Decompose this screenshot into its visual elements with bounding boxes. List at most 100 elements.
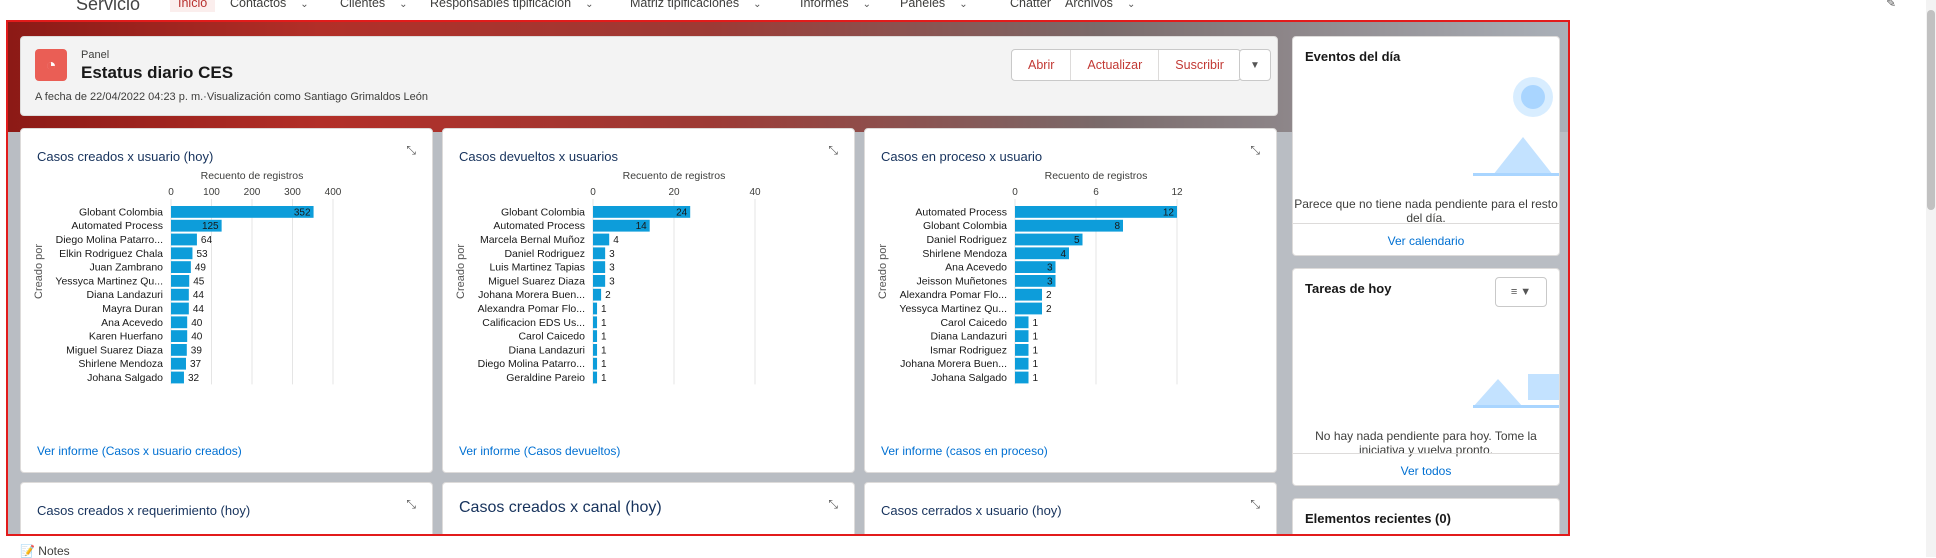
scrollbar-thumb[interactable] xyxy=(1927,10,1935,210)
component-title[interactable]: Casos creados x canal (hoy) xyxy=(459,499,662,517)
component-title[interactable]: Casos cerrados x usuario (hoy) xyxy=(881,503,1062,518)
data-label: 44 xyxy=(193,290,205,301)
sort-filter-icon[interactable]: ≡ ▼ xyxy=(1495,277,1547,307)
x-tick-label: 6 xyxy=(1093,187,1099,198)
subscribe-button[interactable]: Suscribir xyxy=(1159,50,1240,80)
bar xyxy=(171,261,191,273)
data-label: 4 xyxy=(1060,249,1066,260)
nav-tab-label: Archivos xyxy=(1065,0,1113,10)
category-label: Johana Morera Buen... xyxy=(478,289,585,301)
category-label: Shirlene Mendoza xyxy=(922,248,1007,260)
chevron-down-icon[interactable]: ⌄ xyxy=(1127,0,1135,10)
expand-icon[interactable]: ⤡ xyxy=(1250,143,1260,158)
scrollbar[interactable] xyxy=(1926,0,1936,557)
data-label: 39 xyxy=(191,345,203,356)
nav-tab-label: Contactos xyxy=(230,0,287,10)
top-navigation-bar: Servicio Inicio Contactos ⌄ Clientes ⌄ Respon… xyxy=(0,0,1936,14)
x-tick-label: 0 xyxy=(1012,187,1018,198)
category-label: Johana Morera Buen... xyxy=(900,358,1007,370)
view-report-link[interactable]: Ver informe (casos en proceso) xyxy=(881,444,1048,458)
expand-icon[interactable]: ⤡ xyxy=(1250,497,1260,512)
category-label: Johana Salgado xyxy=(931,372,1007,384)
header-meta: A fecha de 22/04/2022 04:23 p. m.·Visual… xyxy=(35,91,428,103)
expand-icon[interactable]: ⤡ xyxy=(406,143,416,158)
expand-icon[interactable]: ⤡ xyxy=(828,497,838,512)
data-label: 2 xyxy=(605,290,611,301)
category-label: Yessyca Martinez Qu... xyxy=(899,303,1007,315)
bar xyxy=(171,206,314,218)
nav-tab-6[interactable]: Paneles ⌄ xyxy=(900,0,968,10)
bar xyxy=(171,357,186,370)
bar xyxy=(171,371,184,384)
view-report-link[interactable]: Ver informe (Casos devueltos) xyxy=(459,444,620,458)
data-label: 64 xyxy=(201,235,213,246)
nav-tab-2[interactable]: Clientes ⌄ xyxy=(340,0,408,10)
data-label: 24 xyxy=(676,207,688,218)
nav-tab-8[interactable]: Archivos ⌄ xyxy=(1065,0,1135,10)
recent-items-card: Elementos recientes (0) xyxy=(1292,498,1560,534)
category-label: Diana Landazuri xyxy=(87,289,163,301)
bar xyxy=(1015,330,1029,342)
component-title[interactable]: Casos creados x usuario (hoy) xyxy=(37,149,213,164)
data-label: 352 xyxy=(294,207,311,218)
component-title[interactable]: Casos en proceso x usuario xyxy=(881,149,1042,164)
data-label: 12 xyxy=(1163,207,1175,218)
nav-tab-label: Inicio xyxy=(178,0,208,10)
nav-tab-label: Matriz tipificaciones xyxy=(630,0,740,10)
bar xyxy=(171,247,193,260)
chevron-down-icon[interactable]: ⌄ xyxy=(399,0,407,10)
category-label: Jeisson Muñetones xyxy=(917,275,1007,287)
data-label: 3 xyxy=(1047,276,1053,287)
data-label: 3 xyxy=(609,249,615,260)
expand-icon[interactable]: ⤡ xyxy=(406,497,416,512)
chevron-down-icon[interactable]: ⌄ xyxy=(753,0,761,10)
chevron-down-icon[interactable]: ⌄ xyxy=(585,0,593,10)
dashboard-component-1: Casos devueltos x usuarios ⤡ Creado por … xyxy=(442,128,855,473)
category-label: Shirlene Mendoza xyxy=(78,358,163,370)
view-calendar-link[interactable]: Ver calendario xyxy=(1293,223,1559,255)
bar xyxy=(171,316,188,329)
nav-tab-1[interactable]: Contactos ⌄ xyxy=(230,0,309,10)
bar-chart: Recuento de registros 0 20 40 Globant Colomb… xyxy=(478,170,761,385)
open-button[interactable]: Abrir xyxy=(1012,50,1072,80)
x-tick-label: 300 xyxy=(284,187,301,198)
nav-tab-3[interactable]: Responsables tipificación ⌄ xyxy=(430,0,593,10)
bar xyxy=(171,330,188,342)
x-axis-label: Recuento de registros xyxy=(1045,170,1148,182)
expand-icon[interactable]: ⤡ xyxy=(828,143,838,158)
bar xyxy=(1015,302,1042,315)
bar-chart: Recuento de registros0 6 12Automated Proce… xyxy=(899,170,1183,385)
category-label: Daniel Rodriguez xyxy=(926,234,1007,246)
nav-tab-4[interactable]: Matriz tipificaciones ⌄ xyxy=(630,0,761,10)
component-title[interactable]: Casos creados x requerimiento (hoy) xyxy=(37,503,250,518)
nav-tab-7[interactable]: Chatter xyxy=(1010,0,1051,10)
data-label: 40 xyxy=(191,332,203,343)
chevron-down-icon[interactable]: ⌄ xyxy=(300,0,308,10)
nav-tab-0[interactable]: Inicio xyxy=(170,0,216,12)
category-label: Alexandra Pomar Flo... xyxy=(478,303,585,315)
view-report-link[interactable]: Ver informe (Casos x usuario creados) xyxy=(37,444,242,458)
data-label: 4 xyxy=(613,235,619,246)
chevron-down-icon[interactable]: ▼ xyxy=(1239,49,1271,81)
nav-tab-5[interactable]: Informes ⌄ xyxy=(800,0,871,10)
nav-tab-label: Clientes xyxy=(340,0,386,10)
edit-pencil-icon[interactable]: ✎ xyxy=(1886,0,1896,10)
tasks-card: Tareas de hoy ≡ ▼ No hay nada pendiente … xyxy=(1292,268,1560,486)
bar xyxy=(593,357,598,370)
dashboard-component-2: Casos en proceso x usuario ⤡ Creado por … xyxy=(864,128,1277,473)
component-title[interactable]: Casos devueltos x usuarios xyxy=(459,149,618,164)
notes-utility-item[interactable]: 📝 Notes xyxy=(20,544,70,558)
chevron-down-icon[interactable]: ⌄ xyxy=(863,0,871,10)
view-all-link[interactable]: Ver todos xyxy=(1293,453,1559,485)
bar xyxy=(171,233,197,246)
bar xyxy=(1015,288,1042,301)
bar xyxy=(171,288,189,301)
refresh-button[interactable]: Actualizar xyxy=(1071,50,1160,80)
recent-items-title: Elementos recientes (0) xyxy=(1305,511,1451,526)
data-label: 53 xyxy=(196,249,208,260)
data-label: 3 xyxy=(609,263,615,274)
category-label: Miguel Suarez Diaza xyxy=(66,344,163,356)
dashboard-frame: ◔ Panel Estatus diario CES A fecha de 22… xyxy=(6,20,1570,536)
category-label: Diego Molina Patarro... xyxy=(56,234,163,246)
chevron-down-icon[interactable]: ⌄ xyxy=(959,0,967,10)
